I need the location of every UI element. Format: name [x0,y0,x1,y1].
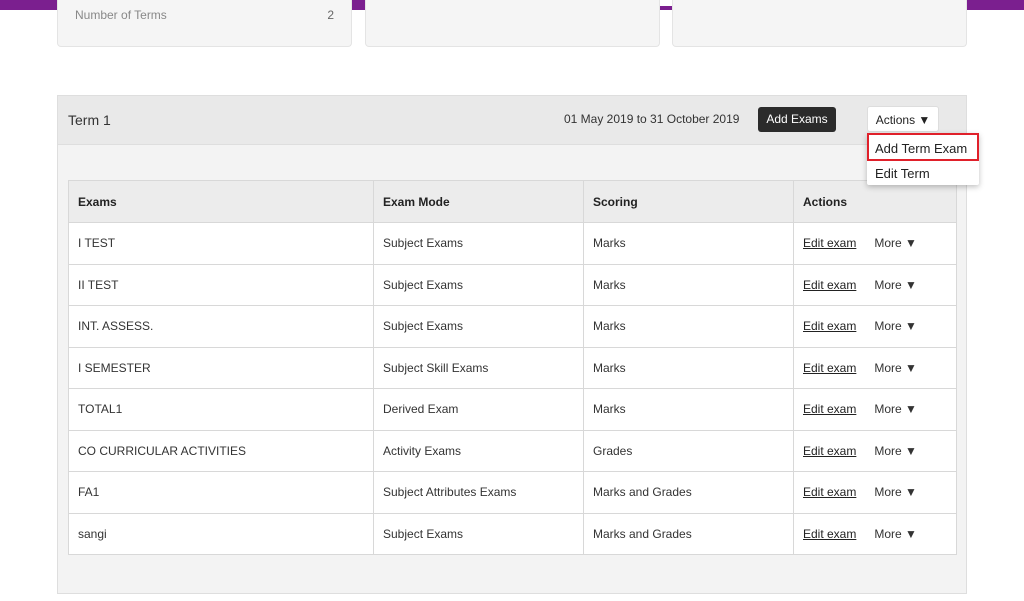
exam-scoring: Grades [583,429,794,472]
exam-scoring: Marks [583,263,794,306]
menu-item-edit-term[interactable]: Edit Term [867,163,979,185]
exam-mode: Subject Attributes Exams [373,471,584,514]
more-dropdown[interactable]: More ▼ [874,278,917,292]
table-row: CO CURRICULAR ACTIVITIES Activity Exams … [68,429,957,472]
column-header-actions: Actions [793,180,957,223]
table-row: II TEST Subject Exams Marks Edit exam Mor… [68,263,957,306]
table-header-row: Exams Exam Mode Scoring Actions [68,180,957,223]
summary-card [672,0,967,47]
actions-dropdown-menu: Add Term Exam Edit Term [867,133,979,185]
term-dates: 01 May 2019 to 31 October 2019 [564,112,740,126]
column-header-scoring: Scoring [583,180,794,223]
exam-actions: Edit exam More ▼ [793,263,957,306]
exams-table: Exams Exam Mode Scoring Actions I TEST S… [68,180,957,555]
edit-exam-link[interactable]: Edit exam [803,444,856,458]
term-title: Term 1 [68,112,111,128]
more-dropdown[interactable]: More ▼ [874,402,917,416]
term-panel: Term 1 01 May 2019 to 31 October 2019 Ad… [57,95,967,594]
edit-exam-link[interactable]: Edit exam [803,278,856,292]
exam-name: I TEST [68,222,374,265]
more-dropdown[interactable]: More ▼ [874,485,917,499]
table-row: I SEMESTER Subject Skill Exams Marks Edi… [68,346,957,389]
card-label: Number of Terms [75,8,167,22]
exam-name: II TEST [68,263,374,306]
exam-name: CO CURRICULAR ACTIVITIES [68,429,374,472]
exam-actions: Edit exam More ▼ [793,388,957,431]
edit-exam-link[interactable]: Edit exam [803,319,856,333]
exam-mode: Subject Exams [373,263,584,306]
exam-name: INT. ASSESS. [68,305,374,348]
edit-exam-link[interactable]: Edit exam [803,485,856,499]
exam-actions: Edit exam More ▼ [793,429,957,472]
more-dropdown[interactable]: More ▼ [874,527,917,541]
exam-mode: Subject Exams [373,512,584,555]
exam-scoring: Marks [583,305,794,348]
exam-mode: Derived Exam [373,388,584,431]
edit-exam-link[interactable]: Edit exam [803,402,856,416]
exam-mode: Subject Exams [373,222,584,265]
column-header-exam-mode: Exam Mode [373,180,584,223]
actions-dropdown-button[interactable]: Actions ▼ [867,106,939,132]
exam-mode: Subject Skill Exams [373,346,584,389]
exam-actions: Edit exam More ▼ [793,222,957,265]
more-dropdown[interactable]: More ▼ [874,361,917,375]
card-value: 2 [327,8,334,22]
edit-exam-link[interactable]: Edit exam [803,361,856,375]
table-row: sangi Subject Exams Marks and Grades Edi… [68,512,957,555]
exam-actions: Edit exam More ▼ [793,346,957,389]
table-row: TOTAL1 Derived Exam Marks Edit exam More … [68,388,957,431]
exam-mode: Activity Exams [373,429,584,472]
edit-exam-link[interactable]: Edit exam [803,527,856,541]
exam-actions: Edit exam More ▼ [793,512,957,555]
column-header-exams: Exams [68,180,374,223]
exam-scoring: Marks [583,388,794,431]
exam-actions: Edit exam More ▼ [793,471,957,514]
term-header: Term 1 01 May 2019 to 31 October 2019 Ad… [58,96,966,145]
more-dropdown[interactable]: More ▼ [874,236,917,250]
exam-name: sangi [68,512,374,555]
add-exams-button[interactable]: Add Exams [758,107,836,132]
more-dropdown[interactable]: More ▼ [874,444,917,458]
table-row: INT. ASSESS. Subject Exams Marks Edit ex… [68,305,957,348]
exam-name: TOTAL1 [68,388,374,431]
exam-mode: Subject Exams [373,305,584,348]
summary-card-terms: Number of Terms 2 [57,0,352,47]
exam-scoring: Marks and Grades [583,471,794,514]
exam-actions: Edit exam More ▼ [793,305,957,348]
exam-name: FA1 [68,471,374,514]
table-row: I TEST Subject Exams Marks Edit exam More… [68,222,957,265]
table-row: FA1 Subject Attributes Exams Marks and G… [68,471,957,514]
exam-scoring: Marks [583,346,794,389]
edit-exam-link[interactable]: Edit exam [803,236,856,250]
exam-scoring: Marks and Grades [583,512,794,555]
exam-scoring: Marks [583,222,794,265]
menu-item-add-term-exam[interactable]: Add Term Exam [867,133,979,161]
more-dropdown[interactable]: More ▼ [874,319,917,333]
exam-name: I SEMESTER [68,346,374,389]
summary-card [365,0,660,47]
